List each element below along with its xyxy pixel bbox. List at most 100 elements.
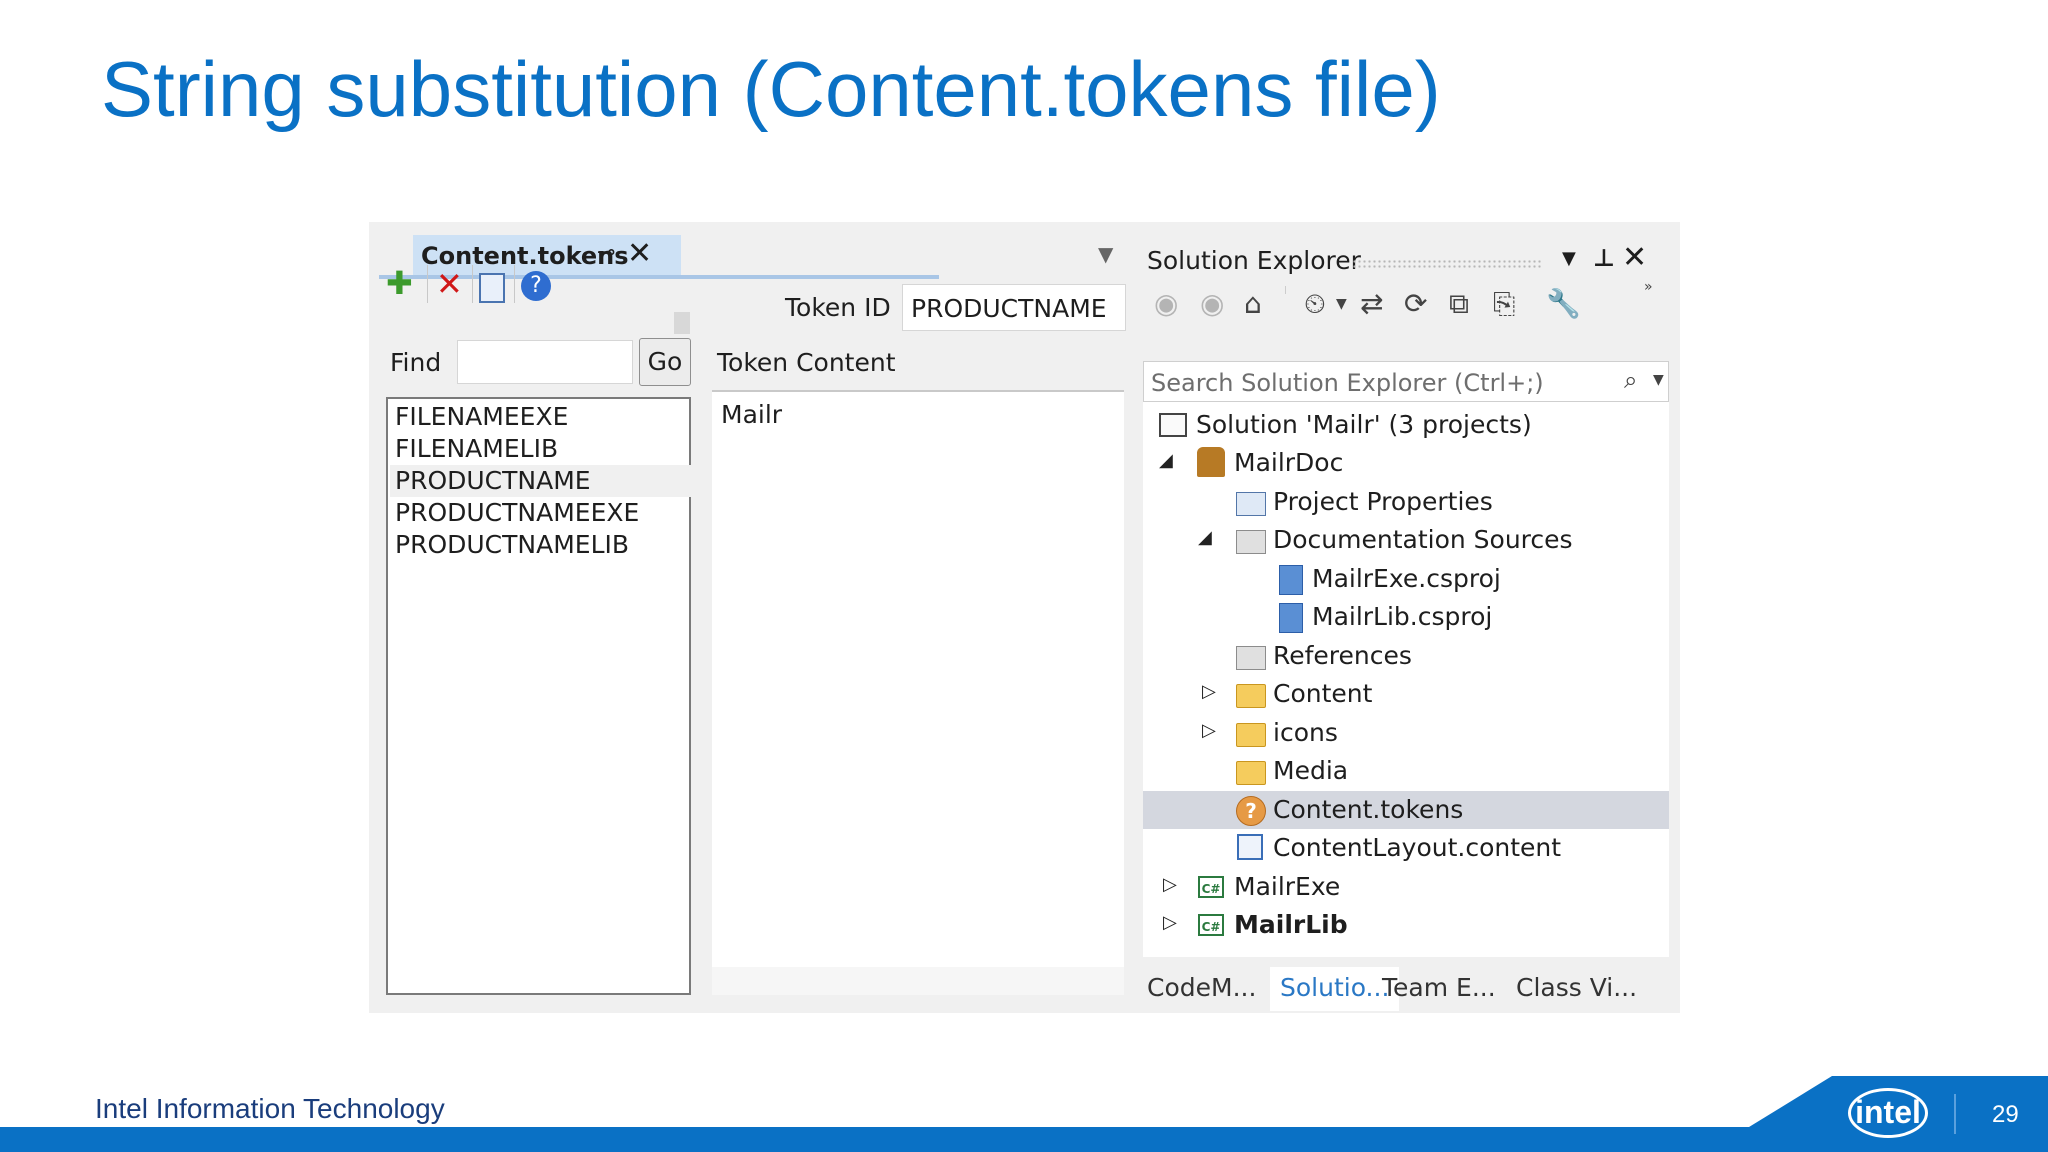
folder-icon (1236, 684, 1266, 708)
tree-item-mailrdoc[interactable]: ◢ MailrDoc (1143, 444, 1669, 482)
tree-item-documentation-sources[interactable]: ◢ Documentation Sources (1143, 521, 1669, 559)
tab-solution-explorer[interactable]: Solutio... (1270, 967, 1400, 1011)
properties-icon[interactable]: 🔧 (1546, 287, 1581, 320)
tree-item-solution[interactable]: Solution 'Mailr' (3 projects) (1143, 406, 1669, 444)
collapsed-arrow-icon[interactable]: ▷ (1163, 912, 1177, 933)
find-input[interactable] (457, 340, 633, 384)
tree-item-mailrexe[interactable]: ▷ C# MailrExe (1143, 868, 1669, 906)
chevron-down-icon[interactable]: ▼ (1098, 242, 1113, 266)
tree-label: Content (1273, 679, 1373, 708)
page-number: 29 (1992, 1101, 2019, 1128)
content-status-strip (712, 967, 1124, 995)
toolbar-divider (427, 265, 428, 303)
delete-token-icon[interactable]: ✕ (436, 266, 463, 302)
tree-item-content-layout[interactable]: ContentLayout.content (1143, 829, 1669, 867)
list-item[interactable]: FILENAMEEXE (395, 401, 568, 433)
tree-item-content[interactable]: ▷ Content (1143, 675, 1669, 713)
tree-label: Content.tokens (1273, 795, 1464, 824)
sync-icon[interactable]: ⇄ (1360, 287, 1383, 320)
go-button[interactable]: Go (639, 338, 691, 386)
expanded-arrow-icon[interactable]: ◢ (1159, 450, 1173, 471)
token-id-value: PRODUCTNAME (911, 294, 1107, 323)
tree-item-mailrlib[interactable]: ▷ C# MailrLib (1143, 906, 1669, 944)
tree-item-project-properties[interactable]: Project Properties (1143, 483, 1669, 521)
tokens-file-icon: ? (1236, 796, 1266, 826)
collapsed-arrow-icon[interactable]: ▷ (1202, 681, 1216, 702)
help-icon[interactable]: ? (521, 271, 551, 301)
slide-title: String substitution (Content.tokens file… (101, 45, 1441, 133)
collapse-all-icon[interactable]: ⧉ (1449, 287, 1469, 321)
footer-band (0, 1127, 2048, 1152)
project-properties-icon (1236, 492, 1266, 516)
content-layout-icon (1237, 834, 1263, 860)
solution-tree[interactable]: Solution 'Mailr' (3 projects) ◢ MailrDoc… (1143, 402, 1669, 957)
references-icon (1236, 646, 1266, 670)
close-icon[interactable]: ✕ (627, 236, 652, 271)
toolbar-divider: | (1284, 285, 1287, 294)
collapsed-arrow-icon[interactable]: ▷ (1163, 874, 1177, 895)
tree-label: ContentLayout.content (1273, 833, 1562, 862)
chevron-down-icon[interactable]: ▼ (1653, 372, 1664, 388)
refresh-icon[interactable]: ⟳ (1404, 287, 1427, 320)
tree-label: MailrLib.csproj (1312, 602, 1493, 631)
pin-icon[interactable]: ⊸ (597, 240, 615, 265)
token-list[interactable]: FILENAMEEXE FILENAMELIB PRODUCTNAME PROD… (386, 397, 691, 995)
toolbar-divider (472, 265, 473, 303)
tab-underline (379, 275, 939, 279)
tree-label: Project Properties (1273, 487, 1493, 516)
list-item[interactable]: PRODUCTNAMEEXE (395, 497, 639, 529)
solution-explorer-title: Solution Explorer (1147, 246, 1361, 275)
tree-item-content-tokens[interactable]: ? Content.tokens (1143, 791, 1669, 829)
documentation-project-icon (1197, 447, 1225, 477)
list-item[interactable]: PRODUCTNAMELIB (395, 529, 629, 561)
search-icon[interactable]: ⌕ (1624, 366, 1637, 394)
footer-text: Intel Information Technology (95, 1093, 445, 1124)
tree-item-mailrlib-csproj[interactable]: MailrLib.csproj (1143, 598, 1669, 636)
solution-icon (1159, 413, 1187, 437)
tab-class-view[interactable]: Class Vi... (1516, 973, 1637, 1002)
home-icon[interactable]: ⌂ (1244, 287, 1262, 320)
intel-logo: intel (1848, 1088, 1928, 1138)
toolbar-overflow-icon[interactable] (674, 312, 690, 334)
tree-label: References (1273, 641, 1412, 670)
expanded-arrow-icon[interactable]: ◢ (1198, 527, 1212, 548)
title-grip (1352, 259, 1542, 269)
explorer-tab-strip: CodeM... Solutio... Team E... Class Vi..… (1138, 967, 1673, 1013)
tree-item-mailrexe-csproj[interactable]: MailrExe.csproj (1143, 560, 1669, 598)
copy-icon[interactable] (479, 273, 505, 303)
list-item-selected[interactable]: PRODUCTNAME (390, 465, 691, 497)
close-icon[interactable]: ✕ (1622, 240, 1647, 275)
chevron-down-icon[interactable]: ▼ (1336, 296, 1347, 312)
tree-item-icons[interactable]: ▷ icons (1143, 714, 1669, 752)
logo-divider (1954, 1094, 1956, 1134)
tree-label: Media (1273, 756, 1349, 785)
folder-icon (1236, 723, 1266, 747)
tab-team-explorer[interactable]: Team E... (1382, 973, 1496, 1002)
tab-code-map[interactable]: CodeM... (1147, 973, 1256, 1002)
solution-explorer: Solution Explorer ▼ ⊥ ✕ ◉ ◉ ⌂ | ⏲ ▼ ⇄ ⟳ … (1138, 235, 1673, 1016)
csharp-project-icon: C# (1198, 914, 1224, 936)
token-id-field[interactable]: PRODUCTNAME (902, 284, 1126, 331)
search-input[interactable]: Search Solution Explorer (Ctrl+;) ⌕ ▼ (1143, 361, 1669, 402)
pending-changes-icon[interactable]: ⏲ (1304, 287, 1326, 321)
dropdown-icon[interactable]: ▼ (1562, 248, 1576, 269)
tree-label: MailrExe.csproj (1312, 564, 1501, 593)
back-icon[interactable]: ◉ (1154, 287, 1178, 320)
open-folder-icon (1236, 530, 1266, 554)
tree-label: MailrDoc (1234, 448, 1344, 477)
csproj-file-icon (1279, 603, 1303, 633)
find-label: Find (390, 348, 442, 377)
list-item[interactable]: FILENAMELIB (395, 433, 558, 465)
collapsed-arrow-icon[interactable]: ▷ (1202, 720, 1216, 741)
tree-label: MailrExe (1234, 872, 1341, 901)
overflow-icon[interactable]: » (1644, 279, 1653, 295)
tree-label: icons (1273, 718, 1338, 747)
show-all-files-icon[interactable]: ⎘ (1493, 287, 1515, 321)
tree-label: Documentation Sources (1273, 525, 1573, 554)
forward-icon[interactable]: ◉ (1200, 287, 1224, 320)
add-token-icon[interactable]: ✚ (386, 265, 413, 301)
tree-item-references[interactable]: References (1143, 637, 1669, 675)
tree-item-media[interactable]: Media (1143, 752, 1669, 790)
token-content-editor[interactable]: Mailr (712, 392, 1124, 967)
pin-icon[interactable]: ⊥ (1593, 244, 1615, 272)
